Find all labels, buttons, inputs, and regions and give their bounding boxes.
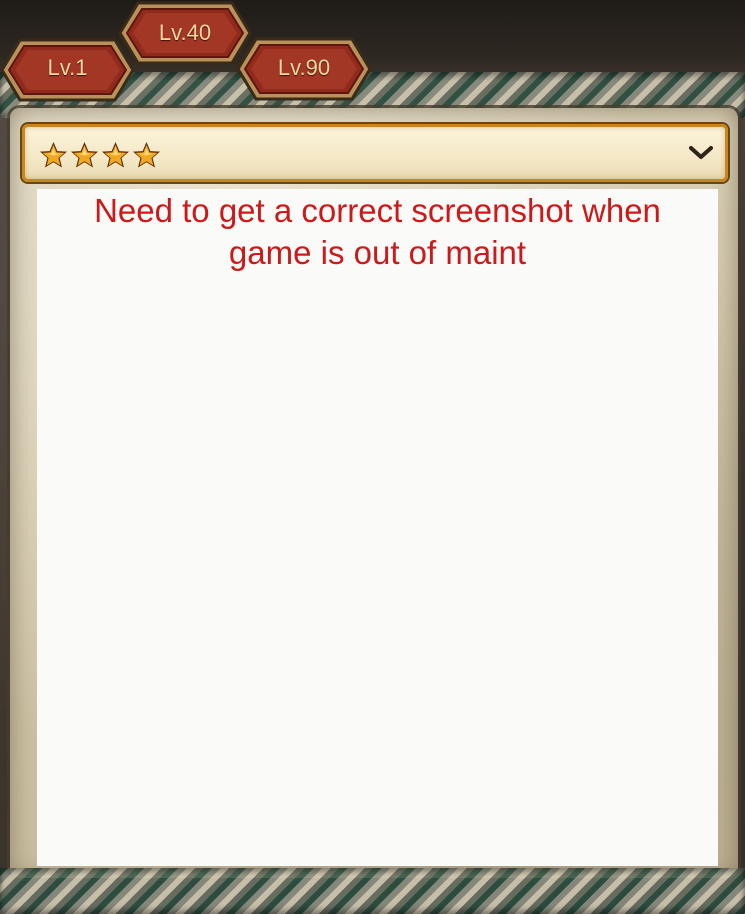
tab-lv1[interactable]: Lv.1 bbox=[0, 38, 135, 102]
tab-lv40[interactable]: Lv.40 bbox=[118, 1, 252, 65]
ornamental-border-bottom bbox=[0, 868, 745, 914]
star-icon bbox=[132, 141, 161, 168]
star-icon bbox=[101, 141, 130, 168]
star-rating bbox=[39, 141, 161, 169]
chevron-down-icon[interactable] bbox=[689, 144, 713, 162]
star-icon bbox=[70, 141, 99, 168]
tab-label: Lv.40 bbox=[158, 20, 212, 45]
maintenance-notice: Need to get a correct screenshot when ga… bbox=[94, 192, 661, 271]
tab-label: Lv.90 bbox=[277, 55, 331, 80]
star-icon bbox=[39, 141, 68, 168]
game-window: Need to get a correct screenshot when ga… bbox=[0, 0, 745, 914]
tab-label: Lv.1 bbox=[47, 55, 88, 80]
star-rarity-dropdown[interactable] bbox=[22, 124, 728, 182]
tab-lv90[interactable]: Lv.90 bbox=[236, 37, 372, 101]
content-area: Need to get a correct screenshot when ga… bbox=[37, 189, 718, 866]
